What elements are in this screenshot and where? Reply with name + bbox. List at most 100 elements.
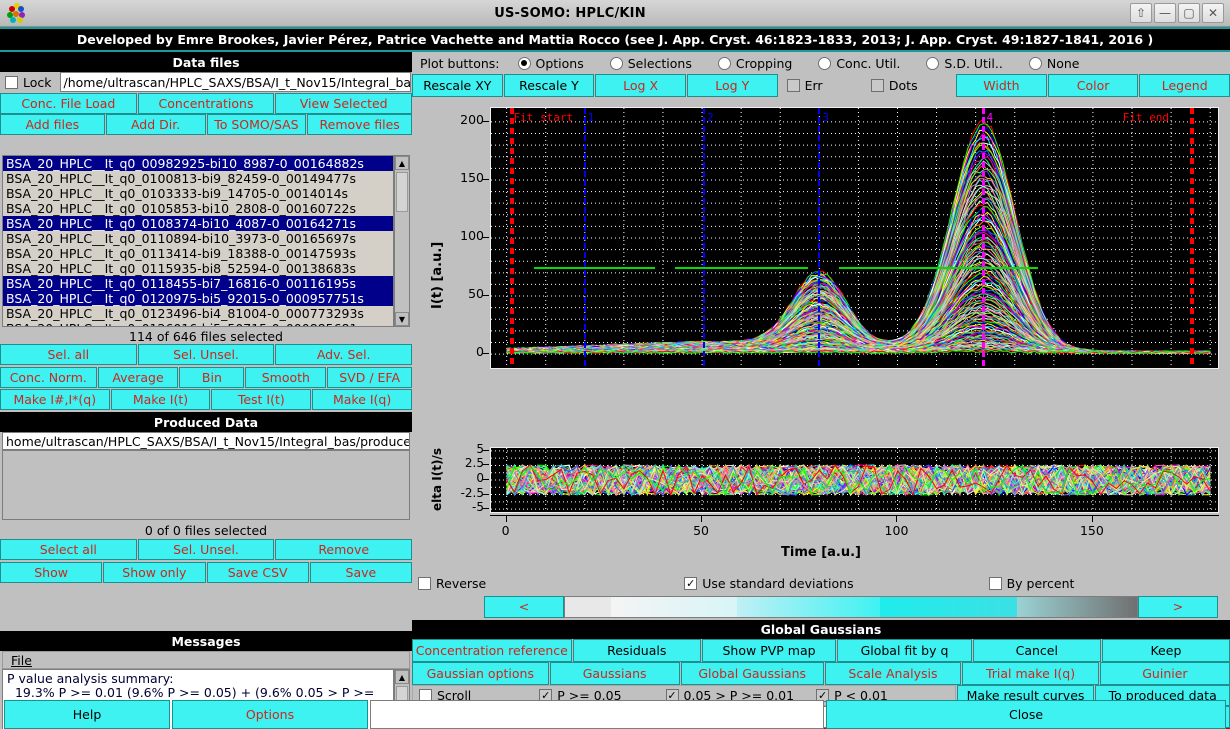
svd-efa-button[interactable]: SVD / EFA — [327, 367, 412, 388]
err-checkbox[interactable] — [787, 79, 800, 92]
global-fit-by-q-button[interactable]: Global fit by q — [837, 639, 971, 662]
residual-chart-canvas[interactable] — [490, 447, 1219, 513]
scroll-down-icon[interactable]: ▼ — [395, 312, 409, 326]
file-list-item[interactable]: BSA_20_HPLC__It_q0_0105853-bi10_2808-0_0… — [3, 201, 393, 216]
rescale-y-button[interactable]: Rescale Y — [504, 74, 595, 97]
slider-next-button[interactable]: > — [1138, 596, 1218, 618]
produced-data-path[interactable]: home/ultrascan/HPLC_SAXS/BSA/I_t_Nov15/I… — [2, 432, 410, 450]
use-sd-checkbox-wrap[interactable]: ✓ Use standard deviations — [684, 576, 853, 591]
minimize-icon[interactable]: — — [1154, 3, 1176, 23]
file-list-item[interactable]: BSA_20_HPLC__It_q0_0118455-bi7_16816-0_0… — [3, 276, 393, 291]
log-y-button[interactable]: Log Y — [687, 74, 778, 97]
radio-icon[interactable] — [718, 57, 731, 70]
cancel-button[interactable]: Cancel — [973, 639, 1101, 662]
make-it-button[interactable]: Make I(t) — [111, 389, 211, 410]
average-button[interactable]: Average — [98, 367, 179, 388]
add-dir-button[interactable]: Add Dir. — [106, 114, 206, 135]
messages-file-menu[interactable]: File — [2, 651, 410, 669]
view-selected-button[interactable]: View Selected — [275, 93, 412, 114]
slider-seg-5[interactable] — [1017, 597, 1137, 617]
path-input[interactable]: /home/ultrascan/HPLC_SAXS/BSA/I_t_Nov15/… — [60, 72, 411, 92]
conc-norm-button[interactable]: Conc. Norm. — [0, 367, 97, 388]
data-files-scrollbar[interactable]: ▲ ▼ — [394, 155, 410, 327]
gaussian-options-button[interactable]: Gaussian options — [412, 662, 549, 685]
shade-up-icon[interactable]: ⇧ — [1130, 3, 1152, 23]
close-icon[interactable]: ✕ — [1202, 3, 1224, 23]
produced-sel-unsel-button[interactable]: Sel. Unsel. — [138, 539, 275, 560]
file-list-item[interactable]: BSA_20_HPLC__It_q0_0115935-bi8_52594-0_0… — [3, 261, 393, 276]
err-checkbox-wrap[interactable]: Err — [779, 74, 862, 97]
use-sd-checkbox[interactable]: ✓ — [684, 577, 697, 590]
to-somo-sas-button[interactable]: To SOMO/SAS — [207, 114, 307, 135]
add-files-button[interactable]: Add files — [0, 114, 105, 135]
remove-files-button[interactable]: Remove files — [307, 114, 412, 135]
concentrations-button[interactable]: Concentrations — [138, 93, 275, 114]
keep-button[interactable]: Keep — [1102, 639, 1230, 662]
legend-button[interactable]: Legend — [1139, 74, 1230, 97]
rescale-xy-button[interactable]: Rescale XY — [412, 74, 503, 97]
file-list-item[interactable]: BSA_20_HPLC__It_q0_0113414-bi9_18388-0_0… — [3, 246, 393, 261]
file-list-item[interactable]: BSA_20_HPLC__It_q0_0123496-bi4_81004-0_0… — [3, 306, 393, 321]
gaussians-button[interactable]: Gaussians — [550, 662, 680, 685]
options-button[interactable]: Options — [172, 700, 368, 729]
radio-icon[interactable] — [818, 57, 831, 70]
by-percent-checkbox-wrap[interactable]: By percent — [989, 576, 1075, 591]
reverse-checkbox[interactable] — [418, 577, 431, 590]
dots-checkbox-wrap[interactable]: Dots — [863, 74, 955, 97]
plot-mode-radio-s-d-util[interactable]: S.D. Util.. — [926, 56, 1002, 71]
plot-mode-radio-options[interactable]: Options — [518, 56, 584, 71]
lock-checkbox[interactable] — [5, 76, 18, 89]
chart-marker-line[interactable] — [1190, 108, 1194, 368]
show-button[interactable]: Show — [0, 562, 102, 583]
test-it-button[interactable]: Test I(t) — [211, 389, 311, 410]
file-list-item[interactable]: BSA_20_HPLC__It_q0_0103333-bi9_14705-0_0… — [3, 186, 393, 201]
main-chart-canvas[interactable]: Fit start1234Fit end — [490, 107, 1219, 369]
plot-mode-radio-cropping[interactable]: Cropping — [718, 56, 792, 71]
by-percent-checkbox[interactable] — [989, 577, 1002, 590]
slider-seg-1[interactable] — [565, 597, 611, 617]
color-button[interactable]: Color — [1048, 74, 1139, 97]
help-button[interactable]: Help — [4, 700, 170, 729]
guinier-button[interactable]: Guinier — [1100, 662, 1230, 685]
plot-mode-radio-selections[interactable]: Selections — [610, 56, 692, 71]
width-button[interactable]: Width — [956, 74, 1047, 97]
make-iq-button[interactable]: Make I(q) — [312, 389, 412, 410]
radio-icon[interactable] — [926, 57, 939, 70]
plot-mode-radio-none[interactable]: None — [1029, 56, 1080, 71]
slider-seg-2[interactable] — [611, 597, 737, 617]
file-list-item[interactable]: BSA_20_HPLC__It_q0_0110894-bi10_3973-0_0… — [3, 231, 393, 246]
scroll-up-icon[interactable]: ▲ — [395, 156, 409, 170]
file-list-item[interactable]: BSA_20_HPLC__It_q0_00982925-bi10_8987-0_… — [3, 156, 393, 171]
slider-seg-4[interactable] — [880, 597, 1017, 617]
chart-marker-line[interactable] — [982, 108, 985, 368]
file-list-item[interactable]: BSA_20_HPLC__It_q0_0108374-bi10_4087-0_0… — [3, 216, 393, 231]
global-gaussians-button[interactable]: Global Gaussians — [681, 662, 824, 685]
make-i-hash-button[interactable]: Make I#,I*(q) — [0, 389, 110, 410]
scale-analysis-button[interactable]: Scale Analysis — [825, 662, 962, 685]
sel-all-button[interactable]: Sel. all — [0, 344, 137, 365]
slider-seg-3[interactable] — [737, 597, 880, 617]
chart-marker-line[interactable] — [584, 108, 586, 368]
adv-sel-button[interactable]: Adv. Sel. — [275, 344, 412, 365]
produced-remove-button[interactable]: Remove — [275, 539, 412, 560]
chart-marker-line[interactable] — [510, 108, 514, 368]
show-pvp-map-button[interactable]: Show PVP map — [702, 639, 836, 662]
log-x-button[interactable]: Log X — [595, 74, 686, 97]
data-files-list[interactable]: BSA_20_HPLC__It_q0_00982925-bi10_8987-0_… — [2, 155, 394, 327]
slider-prev-button[interactable]: < — [484, 596, 564, 618]
select-all-button[interactable]: Select all — [0, 539, 137, 560]
radio-icon[interactable] — [518, 57, 531, 70]
reverse-checkbox-wrap[interactable]: Reverse — [418, 576, 486, 591]
series-slider-track[interactable] — [564, 596, 1138, 618]
maximize-icon[interactable]: ▢ — [1178, 3, 1200, 23]
file-list-item[interactable]: BSA_20_HPLC__It_q0_0120975-bi5_92015-0_0… — [3, 291, 393, 306]
close-button[interactable]: Close — [826, 700, 1226, 729]
plot-mode-radio-conc-util[interactable]: Conc. Util. — [818, 56, 900, 71]
produced-data-list[interactable] — [2, 450, 410, 520]
bin-button[interactable]: Bin — [179, 367, 244, 388]
trial-make-iq-button[interactable]: Trial make I(q) — [962, 662, 1099, 685]
residuals-button[interactable]: Residuals — [573, 639, 701, 662]
messages-scroll-up-icon[interactable]: ▲ — [395, 670, 409, 684]
radio-icon[interactable] — [610, 57, 623, 70]
smooth-button[interactable]: Smooth — [245, 367, 326, 388]
